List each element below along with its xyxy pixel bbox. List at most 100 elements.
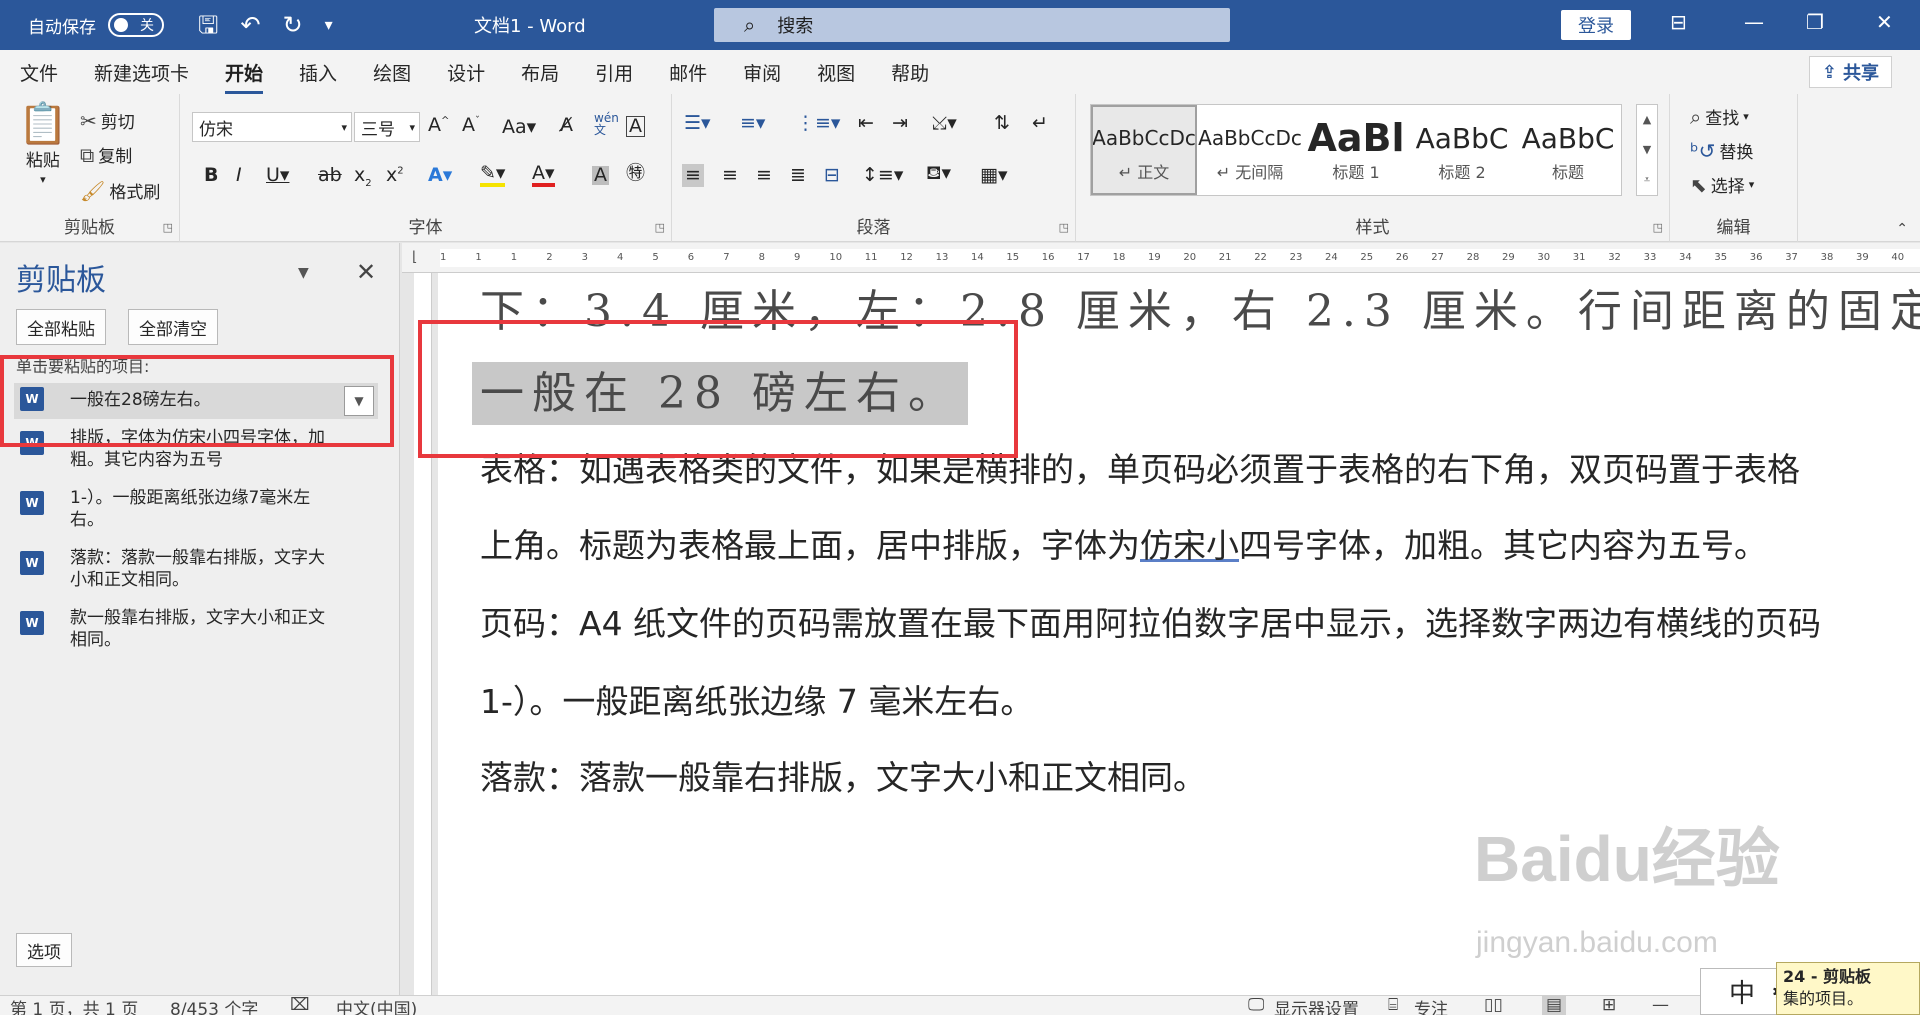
tab-help[interactable]: 帮助 bbox=[891, 59, 929, 86]
close-icon[interactable]: ✕ bbox=[356, 258, 376, 286]
autosave-toggle[interactable]: 关 bbox=[108, 13, 164, 37]
clear-formatting-icon[interactable]: A̸ bbox=[560, 116, 573, 135]
tab-selector-icon[interactable]: ⌊ bbox=[412, 249, 417, 265]
style-heading-2[interactable]: AaBbC 标题 2 bbox=[1409, 105, 1515, 195]
change-case-icon[interactable]: Aa▾ bbox=[502, 118, 536, 137]
share-button[interactable]: ⇪ 共享 bbox=[1808, 56, 1892, 88]
style-no-spacing[interactable]: AaBbCcDc ↵ 无间隔 bbox=[1197, 105, 1303, 195]
pane-options-chevron-icon[interactable]: ▼ bbox=[298, 265, 309, 281]
tab-home[interactable]: 开始 bbox=[225, 59, 264, 94]
numbering-icon[interactable]: ≡▾ bbox=[740, 114, 765, 133]
chevron-up-icon[interactable]: ▲ bbox=[1643, 113, 1651, 126]
align-left-icon[interactable]: ≡ bbox=[682, 164, 704, 187]
tab-mailings[interactable]: 邮件 bbox=[669, 59, 707, 86]
restore-icon[interactable]: ❐ bbox=[1806, 10, 1824, 34]
collapse-ribbon-icon[interactable]: ⌃ bbox=[1896, 221, 1908, 237]
find-button[interactable]: ⌕ 查找 ▾ bbox=[1690, 104, 1749, 130]
style-heading-1[interactable]: AaBl 标题 1 bbox=[1303, 105, 1409, 195]
save-icon[interactable]: 🖫 bbox=[198, 13, 218, 37]
line-spacing-icon[interactable]: ↕≡▾ bbox=[862, 166, 903, 185]
subscript-icon[interactable]: x2 bbox=[354, 166, 372, 189]
minimize-icon[interactable]: — bbox=[1744, 10, 1764, 34]
redo-icon[interactable]: ↻ bbox=[283, 13, 303, 37]
multilevel-list-icon[interactable]: ⋮≡▾ bbox=[796, 114, 840, 133]
print-layout-icon[interactable]: ▤ bbox=[1542, 995, 1567, 1015]
clip-item[interactable]: W 1-）。一般距离纸张边缘7毫米左右。 bbox=[14, 487, 378, 531]
style-normal[interactable]: AaBbCcDc ↵ 正文 bbox=[1091, 105, 1197, 195]
text-direction-icon[interactable]: ⤩▾ bbox=[932, 114, 957, 133]
align-right-icon[interactable]: ≡ bbox=[756, 166, 772, 185]
tab-draw[interactable]: 绘图 bbox=[373, 59, 411, 86]
style-title[interactable]: AaBbC 标题 bbox=[1515, 105, 1621, 195]
options-button[interactable]: 选项 bbox=[16, 933, 72, 967]
ribbon-display-options-icon[interactable]: ⊟ bbox=[1670, 10, 1687, 34]
chevron-down-icon[interactable]: ▼ bbox=[1643, 143, 1651, 156]
undo-icon[interactable]: ↶ bbox=[240, 13, 260, 37]
italic-icon[interactable]: I bbox=[236, 166, 242, 185]
read-mode-icon[interactable]: ▯▯ bbox=[1484, 995, 1503, 1015]
ime-mode[interactable]: 中 bbox=[1729, 973, 1755, 1010]
font-size-combo[interactable]: 三号 ▾ bbox=[354, 112, 420, 142]
dialog-launcher-icon[interactable]: ◳ bbox=[163, 221, 173, 234]
shading-icon[interactable]: ⛾▾ bbox=[926, 164, 951, 183]
dialog-launcher-icon[interactable]: ◳ bbox=[1653, 221, 1663, 234]
justify-icon[interactable]: ≣ bbox=[790, 166, 806, 185]
focus-icon[interactable]: ⌸ bbox=[1388, 995, 1398, 1015]
distributed-icon[interactable]: ⊟ bbox=[824, 166, 840, 185]
customize-qat-icon[interactable]: ▾ bbox=[325, 17, 333, 33]
horizontal-ruler[interactable]: ⌊ 1 1 1 2 3 4 5 6 7 8 9 10 11 12 13 14 15 16 17 18 19 20 21 22 2… bbox=[402, 243, 1920, 273]
underline-icon[interactable]: U▾ bbox=[266, 166, 289, 185]
font-color-icon[interactable]: A▾ bbox=[532, 164, 555, 187]
display-settings[interactable]: 显示器设置 bbox=[1274, 995, 1359, 1015]
enclose-characters-icon[interactable]: ㊕ bbox=[626, 164, 645, 183]
grow-font-icon[interactable]: A^ bbox=[428, 116, 449, 135]
character-border-icon[interactable]: A bbox=[626, 116, 645, 137]
tab-insert[interactable]: 插入 bbox=[299, 59, 337, 86]
more-icon[interactable]: ⩡ bbox=[1644, 173, 1650, 187]
replace-button[interactable]: ᵇ↺ 替换 bbox=[1690, 138, 1753, 164]
word-count[interactable]: 8/453 个字 bbox=[170, 995, 258, 1015]
format-painter-button[interactable]: 🖌 格式刷 bbox=[80, 178, 160, 204]
clip-item[interactable]: W 款一般靠右排版，文字大小和正文相同。 bbox=[14, 607, 378, 651]
tab-view[interactable]: 视图 bbox=[817, 59, 855, 86]
show-marks-icon[interactable]: ↵ bbox=[1032, 114, 1048, 133]
character-shading-icon[interactable]: A bbox=[592, 166, 609, 185]
clear-all-button[interactable]: 全部清空 bbox=[128, 309, 218, 345]
bullets-icon[interactable]: ☰▾ bbox=[684, 114, 711, 133]
dialog-launcher-icon[interactable]: ◳ bbox=[1059, 221, 1069, 234]
tab-design[interactable]: 设计 bbox=[447, 59, 485, 86]
strikethrough-icon[interactable]: ab bbox=[318, 166, 342, 185]
align-center-icon[interactable]: ≡ bbox=[722, 166, 738, 185]
clip-item[interactable]: W 落款：落款一般靠右排版，文字大小和正文相同。 bbox=[14, 547, 378, 591]
borders-icon[interactable]: ▦▾ bbox=[980, 166, 1008, 185]
phonetic-guide-icon[interactable]: wén 文 bbox=[594, 112, 619, 136]
increase-indent-icon[interactable]: ⇥ bbox=[892, 114, 908, 133]
tab-layout[interactable]: 布局 bbox=[521, 59, 559, 86]
proofing-icon[interactable]: ⌧ bbox=[290, 995, 310, 1015]
login-button[interactable]: 登录 bbox=[1561, 10, 1631, 40]
focus-mode[interactable]: 专注 bbox=[1414, 995, 1448, 1015]
language[interactable]: 中文(中国) bbox=[336, 995, 417, 1015]
cut-button[interactable]: ✂ 剪切 bbox=[80, 108, 135, 134]
search-box[interactable]: ⌕ 搜索 bbox=[714, 8, 1230, 42]
tab-review[interactable]: 审阅 bbox=[743, 59, 781, 86]
tab-new[interactable]: 新建选项卡 bbox=[94, 59, 189, 86]
zoom-out-icon[interactable]: — bbox=[1652, 995, 1669, 1015]
close-icon[interactable]: ✕ bbox=[1876, 10, 1893, 34]
text-effects-icon[interactable]: A▾ bbox=[428, 166, 452, 185]
sort-icon[interactable]: ⇅ bbox=[994, 114, 1010, 133]
paste-button[interactable]: 📋 粘贴 ▾ bbox=[18, 104, 68, 186]
shrink-font-icon[interactable]: Aˇ bbox=[462, 116, 480, 135]
decrease-indent-icon[interactable]: ⇤ bbox=[858, 114, 874, 133]
web-layout-icon[interactable]: ⊞ bbox=[1602, 995, 1616, 1015]
highlight-icon[interactable]: ✎▾ bbox=[480, 164, 506, 187]
page-count[interactable]: 第 1 页，共 1 页 bbox=[10, 995, 138, 1015]
bold-icon[interactable]: B bbox=[204, 166, 218, 185]
font-name-combo[interactable]: 仿宋 ▾ bbox=[192, 112, 352, 142]
dialog-launcher-icon[interactable]: ◳ bbox=[655, 221, 665, 234]
paste-all-button[interactable]: 全部粘贴 bbox=[16, 309, 106, 345]
display-settings-icon[interactable]: 🖵 bbox=[1248, 995, 1264, 1015]
tab-file[interactable]: 文件 bbox=[20, 59, 58, 86]
styles-gallery-scroll[interactable]: ▲ ▼ ⩡ bbox=[1636, 104, 1658, 196]
select-button[interactable]: ⬉ 选择 ▾ bbox=[1690, 172, 1754, 198]
